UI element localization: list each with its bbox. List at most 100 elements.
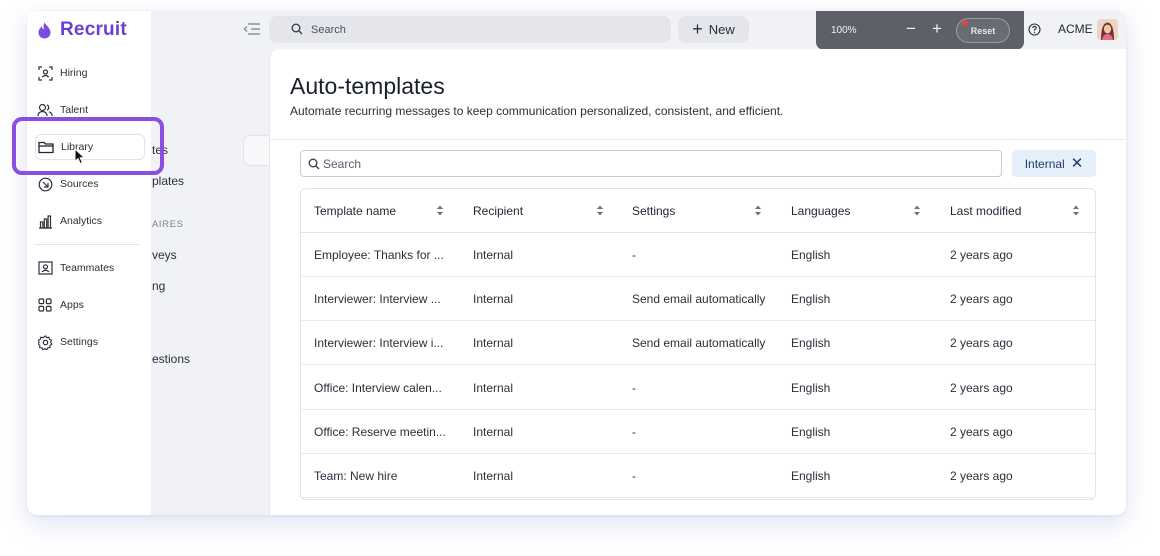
cell-recipient: Internal — [473, 248, 514, 262]
cell-last-modified: 2 years ago — [950, 292, 1013, 306]
brand-logo[interactable]: Recruit — [37, 19, 127, 41]
zoom-level: 100% — [831, 25, 857, 36]
mouse-cursor-icon — [74, 148, 86, 165]
id-card-icon — [36, 259, 54, 277]
cell-settings: - — [632, 425, 636, 439]
primary-sidebar: Recruit Hiring Talent Library Sources An… — [27, 11, 151, 515]
library-subnav: tes plates AIRES veys ng estions — [151, 49, 385, 515]
cell-settings: Send email automatically — [632, 336, 766, 350]
cell-last-modified: 2 years ago — [950, 381, 1013, 395]
sidebar-item-label: Analytics — [60, 215, 103, 227]
sort-icon[interactable] — [596, 204, 604, 217]
app-window: tes plates AIRES veys ng estions Search … — [27, 11, 1126, 515]
sidebar-item-label: Settings — [60, 336, 98, 348]
zoom-in-icon[interactable]: + — [932, 19, 942, 39]
grid-icon — [36, 296, 54, 314]
sort-icon[interactable] — [1072, 204, 1080, 217]
circle-arrow-icon — [36, 175, 54, 193]
sidebar-item-teammates[interactable]: Teammates — [35, 255, 145, 281]
close-icon[interactable]: ✕ — [1071, 156, 1084, 171]
cell-last-modified: 2 years ago — [950, 336, 1013, 350]
filter-chip-internal[interactable]: Internal ✕ — [1012, 150, 1096, 177]
cell-recipient: Internal — [473, 336, 514, 350]
sidebar-divider — [35, 244, 140, 245]
table-row[interactable]: Employee: Thanks for ... Internal - Engl… — [301, 233, 1095, 277]
scan-user-icon — [36, 64, 54, 82]
organization-name[interactable]: ACME — [1058, 22, 1093, 36]
bar-chart-icon — [36, 212, 54, 230]
cell-template-name: Employee: Thanks for ... — [314, 248, 444, 262]
gear-icon — [36, 333, 54, 351]
search-icon — [308, 158, 320, 170]
cell-last-modified: 2 years ago — [950, 248, 1013, 262]
cell-recipient: Internal — [473, 292, 514, 306]
new-button-label: New — [708, 22, 735, 37]
cell-recipient: Internal — [473, 469, 514, 483]
sort-icon[interactable] — [754, 204, 762, 217]
subnav-item-scoring[interactable]: ng — [152, 279, 165, 293]
filter-chip-label: Internal — [1024, 156, 1065, 171]
column-header-settings[interactable]: Settings — [632, 189, 675, 233]
plus-icon: + — [692, 18, 703, 39]
sidebar-item-label: Apps — [60, 299, 84, 311]
cell-languages: English — [791, 248, 831, 262]
brand-name: Recruit — [60, 19, 127, 40]
table-row[interactable]: Team: New hire Internal - English 2 year… — [301, 454, 1095, 498]
table-header: Template name Recipient Settings Languag… — [301, 189, 1095, 233]
cell-template-name: Team: New hire — [314, 469, 398, 483]
sidebar-item-analytics[interactable]: Analytics — [35, 208, 145, 234]
cell-template-name: Interviewer: Interview ... — [314, 292, 441, 306]
cell-recipient: Internal — [473, 425, 514, 439]
template-search-input[interactable]: Search — [300, 150, 1002, 177]
table-row[interactable]: Office: Reserve meetin... Internal - Eng… — [301, 410, 1095, 454]
global-search-placeholder: Search — [311, 23, 346, 36]
record-indicator-icon — [962, 20, 968, 26]
table-row[interactable]: Interviewer: Interview ... Internal Send… — [301, 277, 1095, 321]
header-divider — [270, 139, 1126, 140]
subnav-item-questions[interactable]: estions — [152, 352, 190, 366]
library-highlight-ring — [12, 117, 164, 175]
cell-languages: English — [791, 469, 831, 483]
table-row[interactable]: Office: Interview calen... Internal - En… — [301, 366, 1095, 410]
sort-icon[interactable] — [913, 204, 921, 217]
table-row[interactable]: Interviewer: Interview i... Internal Sen… — [301, 321, 1095, 365]
global-search-input[interactable]: Search — [269, 16, 671, 43]
help-icon[interactable] — [1028, 23, 1041, 36]
user-avatar-icon — [1097, 19, 1118, 40]
flame-logo-icon — [38, 22, 51, 38]
new-button[interactable]: + New — [678, 16, 749, 43]
page-subtitle: Automate recurring messages to keep comm… — [290, 104, 784, 118]
cell-template-name: Interviewer: Interview i... — [314, 336, 444, 350]
sidebar-item-label: Sources — [60, 178, 99, 190]
search-icon — [291, 23, 303, 35]
sort-icon[interactable] — [436, 204, 444, 217]
cell-settings: Send email automatically — [632, 292, 766, 306]
cell-languages: English — [791, 292, 831, 306]
avatar[interactable] — [1097, 19, 1118, 40]
templates-table: Template name Recipient Settings Languag… — [300, 188, 1096, 500]
sidebar-item-settings[interactable]: Settings — [35, 329, 145, 355]
reset-zoom-label: Reset — [970, 25, 996, 36]
cell-settings: - — [632, 248, 636, 262]
sidebar-item-label: Talent — [60, 104, 89, 116]
column-header-last-modified[interactable]: Last modified — [950, 189, 1021, 233]
column-header-template-name[interactable]: Template name — [314, 189, 396, 233]
cell-languages: English — [791, 381, 831, 395]
zoom-out-icon[interactable]: − — [906, 19, 916, 39]
top-bar: Search + New 100% − + Reset ACME — [27, 11, 1126, 50]
sidebar-item-apps[interactable]: Apps — [35, 292, 145, 318]
subnav-section-label: AIRES — [152, 219, 184, 230]
subnav-item-surveys[interactable]: veys — [152, 248, 177, 262]
subnav-item-auto-templates[interactable]: plates — [152, 174, 184, 188]
column-header-languages[interactable]: Languages — [791, 189, 850, 233]
cell-template-name: Office: Interview calen... — [314, 381, 442, 395]
sidebar-item-hiring[interactable]: Hiring — [35, 60, 145, 86]
cell-settings: - — [632, 381, 636, 395]
collapse-sidebar-icon[interactable] — [242, 21, 262, 37]
zoom-controls: 100% − + Reset — [816, 11, 1024, 50]
cell-languages: English — [791, 425, 831, 439]
template-search-placeholder: Search — [323, 156, 362, 171]
column-header-recipient[interactable]: Recipient — [473, 189, 523, 233]
sidebar-item-label: Teammates — [60, 262, 115, 274]
cell-template-name: Office: Reserve meetin... — [314, 425, 446, 439]
